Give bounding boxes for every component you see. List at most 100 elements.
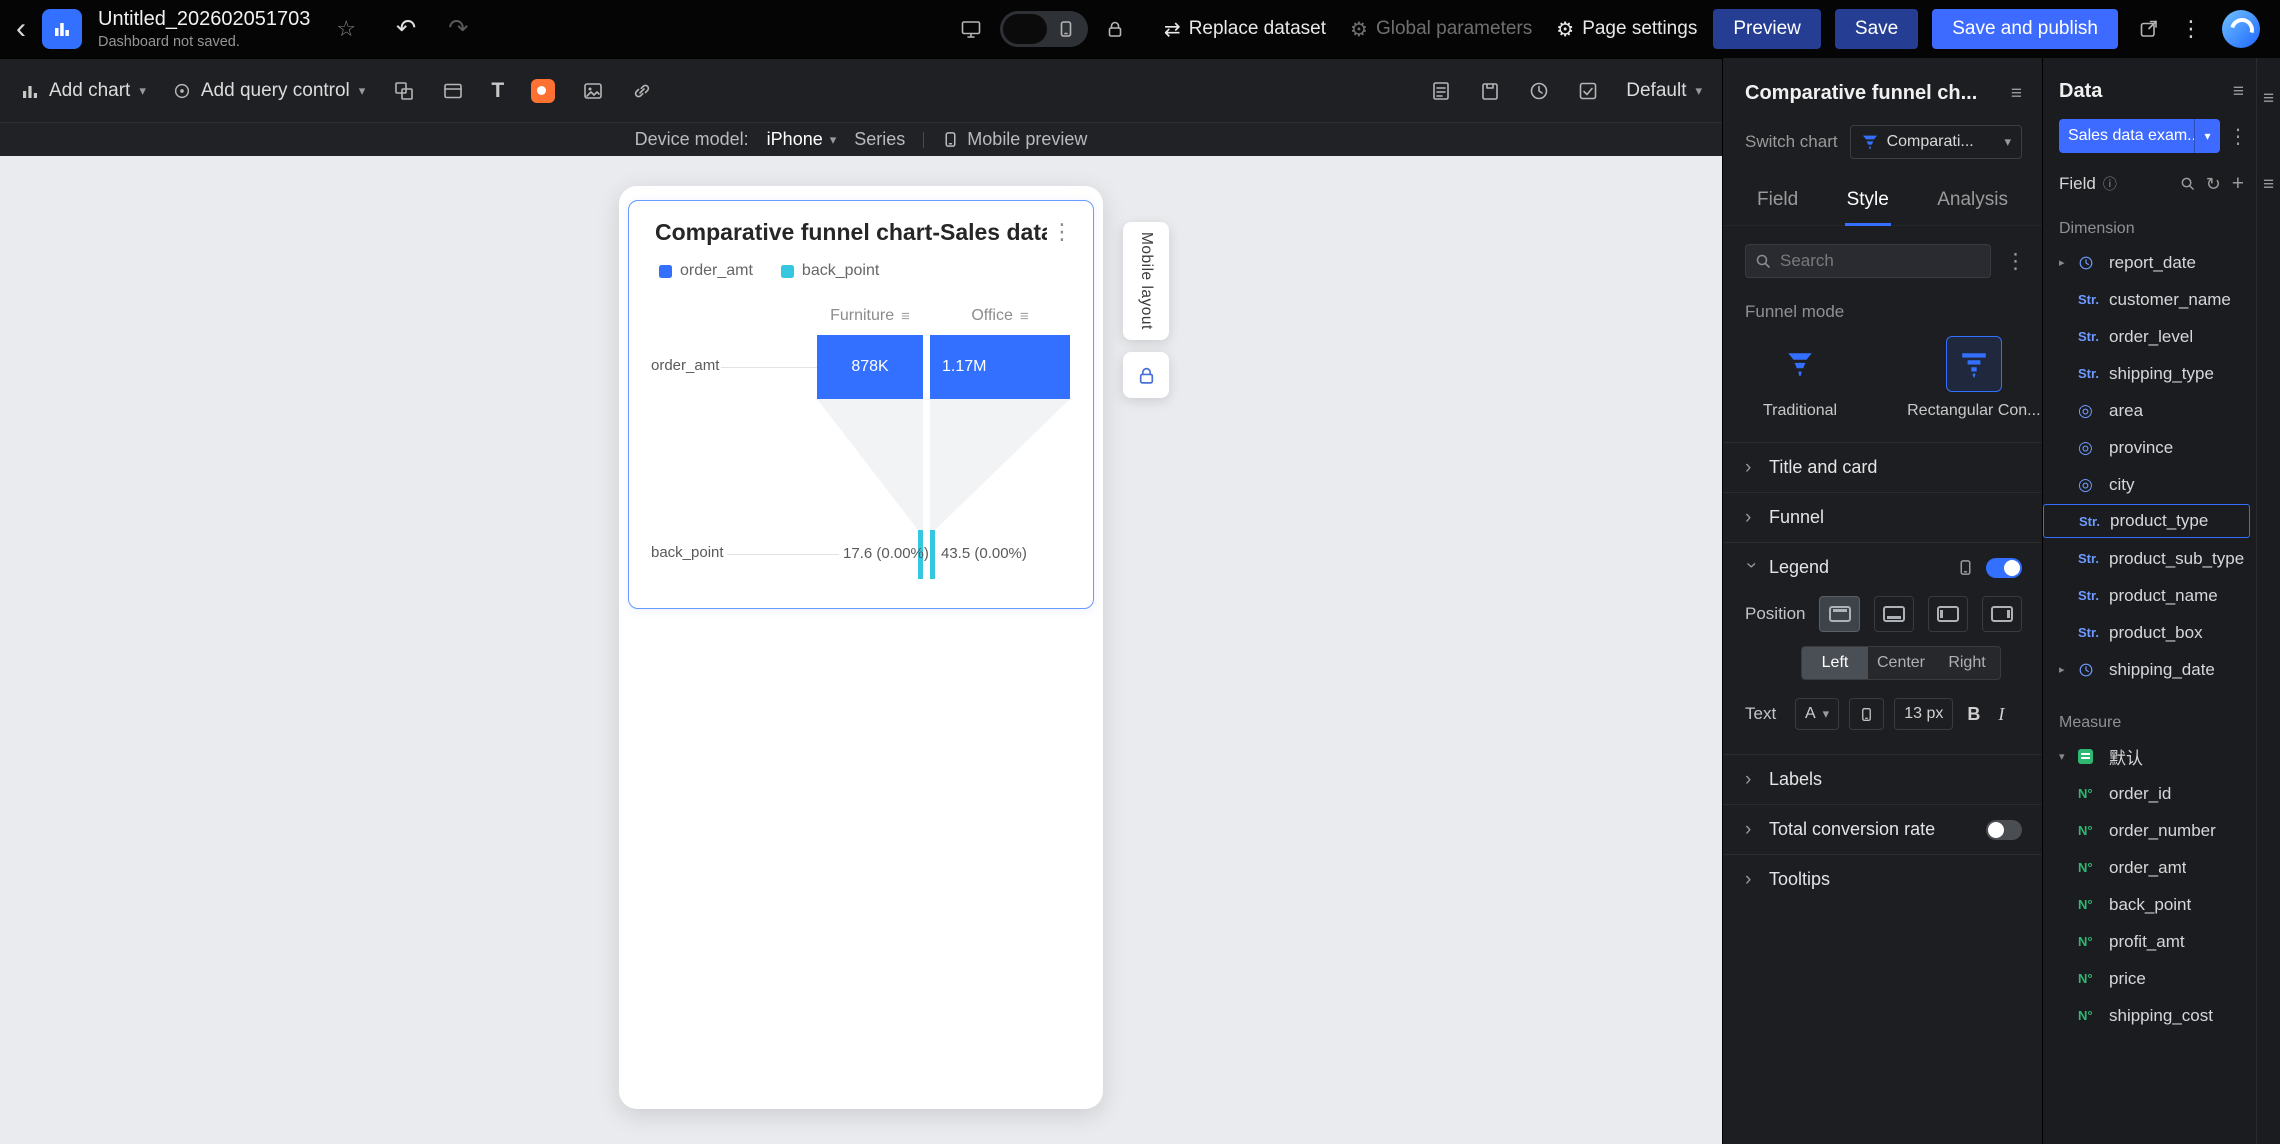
preview-button[interactable]: Preview: [1713, 9, 1821, 49]
caret-right-icon[interactable]: ▸: [2059, 256, 2071, 269]
total-conversion-toggle[interactable]: [1986, 819, 2022, 840]
save-and-publish-button[interactable]: Save and publish: [1932, 9, 2118, 49]
dimension-item-shipping-type[interactable]: Str. shipping_type: [2043, 355, 2256, 392]
legend-toggle[interactable]: [1986, 557, 2022, 578]
replace-dataset-button[interactable]: ⇄ Replace dataset: [1164, 17, 1326, 42]
chart-type-dropdown[interactable]: Comparati... ▾: [1849, 125, 2022, 159]
measure-group-default[interactable]: ▾ 默认: [2043, 738, 2256, 775]
more-menu-icon[interactable]: ⋮: [2180, 18, 2202, 40]
mode-rectangular-cone[interactable]: Rectangular Con...: [1907, 336, 2041, 420]
tab-container-icon[interactable]: [442, 80, 464, 102]
font-size-dropdown[interactable]: 13 px: [1894, 698, 1954, 730]
combine-widgets-icon[interactable]: [393, 80, 415, 102]
section-tooltips[interactable]: › Tooltips: [1723, 854, 2042, 904]
measure-item-profit-amt[interactable]: N° profit_amt: [2043, 923, 2256, 960]
undo-icon[interactable]: ↶: [396, 14, 416, 43]
device-font-button[interactable]: [1849, 698, 1885, 730]
info-icon[interactable]: ⓘ: [2103, 174, 2117, 194]
page-settings-button[interactable]: ⚙ Page settings: [1556, 17, 1697, 42]
measure-item-price[interactable]: N° price: [2043, 960, 2256, 997]
dimension-item-product-sub-type[interactable]: Str. product_sub_type: [2043, 540, 2256, 577]
align-center-button[interactable]: Center: [1868, 647, 1934, 679]
device-mode-switch[interactable]: [999, 11, 1088, 47]
theme-default-dropdown[interactable]: Default ▾: [1626, 80, 1702, 102]
italic-button[interactable]: I: [1994, 704, 2008, 725]
save-button[interactable]: Save: [1834, 9, 1919, 49]
mobile-mode-icon[interactable]: [1047, 20, 1085, 38]
legend-position-top-button[interactable]: [1819, 596, 1860, 632]
dimension-item-product-name[interactable]: Str. product_name: [2043, 577, 2256, 614]
dimension-item-customer-name[interactable]: Str. customer_name: [2043, 281, 2256, 318]
legend-position-left-button[interactable]: [1927, 596, 1968, 632]
tab-field[interactable]: Field: [1755, 179, 1800, 225]
grip-icon[interactable]: ≡: [1020, 308, 1029, 325]
image-widget-icon[interactable]: [582, 80, 604, 102]
device-model-dropdown[interactable]: iPhone ▾: [767, 129, 837, 150]
add-field-icon[interactable]: +: [2232, 173, 2244, 194]
tab-style[interactable]: Style: [1844, 179, 1891, 226]
layout-lock-button[interactable]: [1123, 352, 1169, 398]
caret-right-icon[interactable]: ▸: [2059, 663, 2071, 676]
dimension-item-city[interactable]: ◎ city: [2043, 466, 2256, 503]
measure-item-shipping-cost[interactable]: N° shipping_cost: [2043, 997, 2256, 1034]
back-icon[interactable]: ‹: [14, 13, 28, 44]
tab-analysis[interactable]: Analysis: [1935, 179, 2010, 225]
add-query-control-button[interactable]: Add query control ▾: [172, 80, 365, 102]
measure-item-order-id[interactable]: N° order_id: [2043, 775, 2256, 812]
dimension-item-province[interactable]: ◎ province: [2043, 429, 2256, 466]
checklist-icon[interactable]: [1577, 80, 1599, 102]
measure-item-order-number[interactable]: N° order_number: [2043, 812, 2256, 849]
favorite-star-icon[interactable]: ☆: [336, 16, 356, 42]
section-legend[interactable]: › Legend: [1723, 542, 2042, 592]
hamburger-icon[interactable]: ≡: [2233, 81, 2244, 103]
save-template-icon[interactable]: [1479, 80, 1501, 102]
dimension-item-order-level[interactable]: Str. order_level: [2043, 318, 2256, 355]
style-search-input[interactable]: [1745, 244, 1991, 278]
add-chart-button[interactable]: Add chart ▾: [20, 80, 146, 102]
dimension-item-product-type[interactable]: Str. product_type: [2043, 504, 2250, 538]
legend-item-order-amt[interactable]: order_amt: [659, 262, 753, 280]
media-widget-icon[interactable]: [531, 78, 556, 103]
hamburger-icon[interactable]: ≡: [2011, 83, 2022, 105]
avatar[interactable]: [2222, 10, 2260, 48]
caret-down-icon[interactable]: ▾: [2059, 750, 2071, 763]
phone-canvas[interactable]: Comparative funnel chart-Sales data ... …: [619, 186, 1103, 1109]
link-widget-icon[interactable]: [631, 80, 653, 102]
dimension-item-report-date[interactable]: ▸ report_date: [2043, 244, 2256, 281]
legend-position-right-button[interactable]: [1981, 596, 2022, 632]
lock-icon[interactable]: [1106, 20, 1124, 38]
align-left-button[interactable]: Left: [1802, 647, 1868, 679]
dataset-more-icon[interactable]: ⋮: [2228, 124, 2248, 149]
measure-item-back-point[interactable]: N° back_point: [2043, 886, 2256, 923]
funnel-chart-card[interactable]: Comparative funnel chart-Sales data ... …: [628, 200, 1094, 609]
grip-icon[interactable]: ≡: [901, 308, 910, 325]
global-parameters-button[interactable]: ⚙ Global parameters: [1350, 17, 1532, 42]
more-options-icon[interactable]: ⋮: [2005, 249, 2026, 274]
share-icon[interactable]: [2138, 18, 2160, 40]
collapse-data-panel-icon[interactable]: ≡: [2263, 174, 2274, 196]
dimension-item-product-box[interactable]: Str. product_box: [2043, 614, 2256, 651]
align-right-button[interactable]: Right: [1934, 647, 2000, 679]
legend-item-back-point[interactable]: back_point: [780, 262, 879, 280]
search-icon[interactable]: [2180, 176, 2195, 191]
section-title-and-card[interactable]: › Title and card: [1723, 442, 2042, 492]
mobile-preview-button[interactable]: Mobile preview: [942, 129, 1087, 150]
dimension-item-shipping-date[interactable]: ▸ shipping_date: [2043, 651, 2256, 688]
mobile-layout-tab[interactable]: Mobile layout: [1123, 222, 1169, 340]
dataset-selector-button[interactable]: Sales data exam... ▾: [2059, 119, 2220, 153]
measure-item-order-amt[interactable]: N° order_amt: [2043, 849, 2256, 886]
section-labels[interactable]: › Labels: [1723, 754, 2042, 804]
card-menu-icon[interactable]: ⋮: [1047, 219, 1077, 245]
text-widget-icon[interactable]: T: [491, 79, 504, 103]
font-family-dropdown[interactable]: A ▾: [1795, 698, 1840, 730]
mode-traditional[interactable]: Traditional: [1763, 336, 1837, 420]
canvas[interactable]: Comparative funnel chart-Sales data ... …: [0, 156, 1722, 1144]
section-funnel[interactable]: › Funnel: [1723, 492, 2042, 542]
desktop-mode-icon[interactable]: [960, 18, 982, 40]
document-outline-icon[interactable]: [1430, 80, 1452, 102]
bold-button[interactable]: B: [1963, 704, 1984, 725]
refresh-icon[interactable]: ↻: [2206, 175, 2221, 193]
history-icon[interactable]: [1528, 80, 1550, 102]
section-total-conversion-rate[interactable]: › Total conversion rate: [1723, 804, 2042, 854]
legend-position-bottom-button[interactable]: [1873, 596, 1914, 632]
